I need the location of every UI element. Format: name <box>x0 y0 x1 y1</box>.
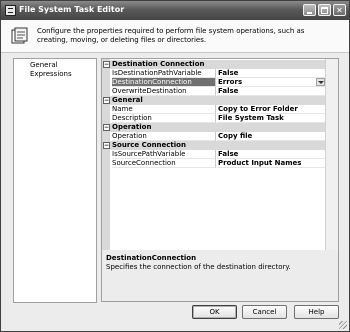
dialog-window: File System Task Editor ✕ Configure the … <box>0 0 350 332</box>
property-value[interactable]: File System Task <box>217 114 325 123</box>
collapse-icon[interactable]: − <box>103 142 110 149</box>
property-row[interactable]: IsSourcePathVariable False <box>102 150 325 159</box>
minimize-button[interactable] <box>303 4 316 16</box>
category-label: Destination Connection <box>112 60 205 68</box>
ok-button[interactable]: OK <box>192 305 237 319</box>
resize-grip-icon[interactable] <box>339 321 347 329</box>
dropdown-value: Errors <box>218 78 243 86</box>
category-operation[interactable]: − Operation <box>102 123 325 132</box>
property-name: Name <box>112 105 216 114</box>
property-row[interactable]: SourceConnection Product Input Names <box>102 159 325 168</box>
property-name: IsSourcePathVariable <box>112 150 216 159</box>
chevron-down-icon[interactable] <box>316 78 325 86</box>
property-name: Operation <box>112 132 216 141</box>
property-name: SourceConnection <box>112 159 216 168</box>
property-row[interactable]: OverwriteDestination False <box>102 87 325 96</box>
category-label: Operation <box>112 123 152 131</box>
close-button[interactable]: ✕ <box>333 4 346 16</box>
description-title: DestinationConnection <box>106 254 197 262</box>
collapse-icon[interactable]: − <box>103 97 110 104</box>
nav-pane: General Expressions <box>13 58 97 303</box>
cancel-button[interactable]: Cancel <box>242 305 287 319</box>
property-row[interactable]: IsDestinationPathVariable False <box>102 69 325 78</box>
property-name: OverwriteDestination <box>112 87 216 96</box>
header-area: Configure the properties required to per… <box>1 20 349 53</box>
category-source-connection[interactable]: − Source Connection <box>102 141 325 150</box>
property-value[interactable]: Product Input Names <box>217 159 325 168</box>
header-description: Configure the properties required to per… <box>37 27 305 44</box>
collapse-icon[interactable]: − <box>103 61 110 68</box>
description-pane: DestinationConnection Specifies the conn… <box>101 250 339 302</box>
property-row-selected[interactable]: DestinationConnection Errors <box>102 78 325 87</box>
property-value[interactable]: Copy to Error Folder <box>217 105 325 114</box>
property-value[interactable]: False <box>217 150 325 159</box>
property-row[interactable]: Description File System Task <box>102 114 325 123</box>
window-title: File System Task Editor <box>19 5 125 14</box>
property-row[interactable]: Operation Copy file <box>102 132 325 141</box>
property-grid[interactable]: − Destination Connection IsDestinationPa… <box>101 58 339 252</box>
help-button[interactable]: Help <box>294 305 339 319</box>
vertical-scrollbar[interactable] <box>325 59 338 251</box>
property-name: IsDestinationPathVariable <box>112 69 216 78</box>
nav-item-general[interactable]: General <box>30 61 58 69</box>
property-value[interactable]: False <box>217 87 325 96</box>
category-general[interactable]: − General <box>102 96 325 105</box>
description-text: Specifies the connection of the destinat… <box>106 263 291 271</box>
app-icon <box>5 5 16 16</box>
property-name: Description <box>112 114 216 123</box>
file-system-task-icon <box>11 27 28 44</box>
title-bar[interactable]: File System Task Editor ✕ <box>1 1 349 20</box>
property-value[interactable]: Copy file <box>217 132 325 141</box>
property-value[interactable]: False <box>217 69 325 78</box>
property-name: DestinationConnection <box>112 78 216 87</box>
maximize-button[interactable] <box>318 4 331 16</box>
category-label: General <box>112 96 143 104</box>
property-value-dropdown[interactable]: Errors <box>217 78 325 87</box>
category-label: Source Connection <box>112 141 186 149</box>
collapse-icon[interactable]: − <box>103 124 110 131</box>
category-destination-connection[interactable]: − Destination Connection <box>102 60 325 69</box>
nav-item-expressions[interactable]: Expressions <box>30 70 72 78</box>
property-row[interactable]: Name Copy to Error Folder <box>102 105 325 114</box>
